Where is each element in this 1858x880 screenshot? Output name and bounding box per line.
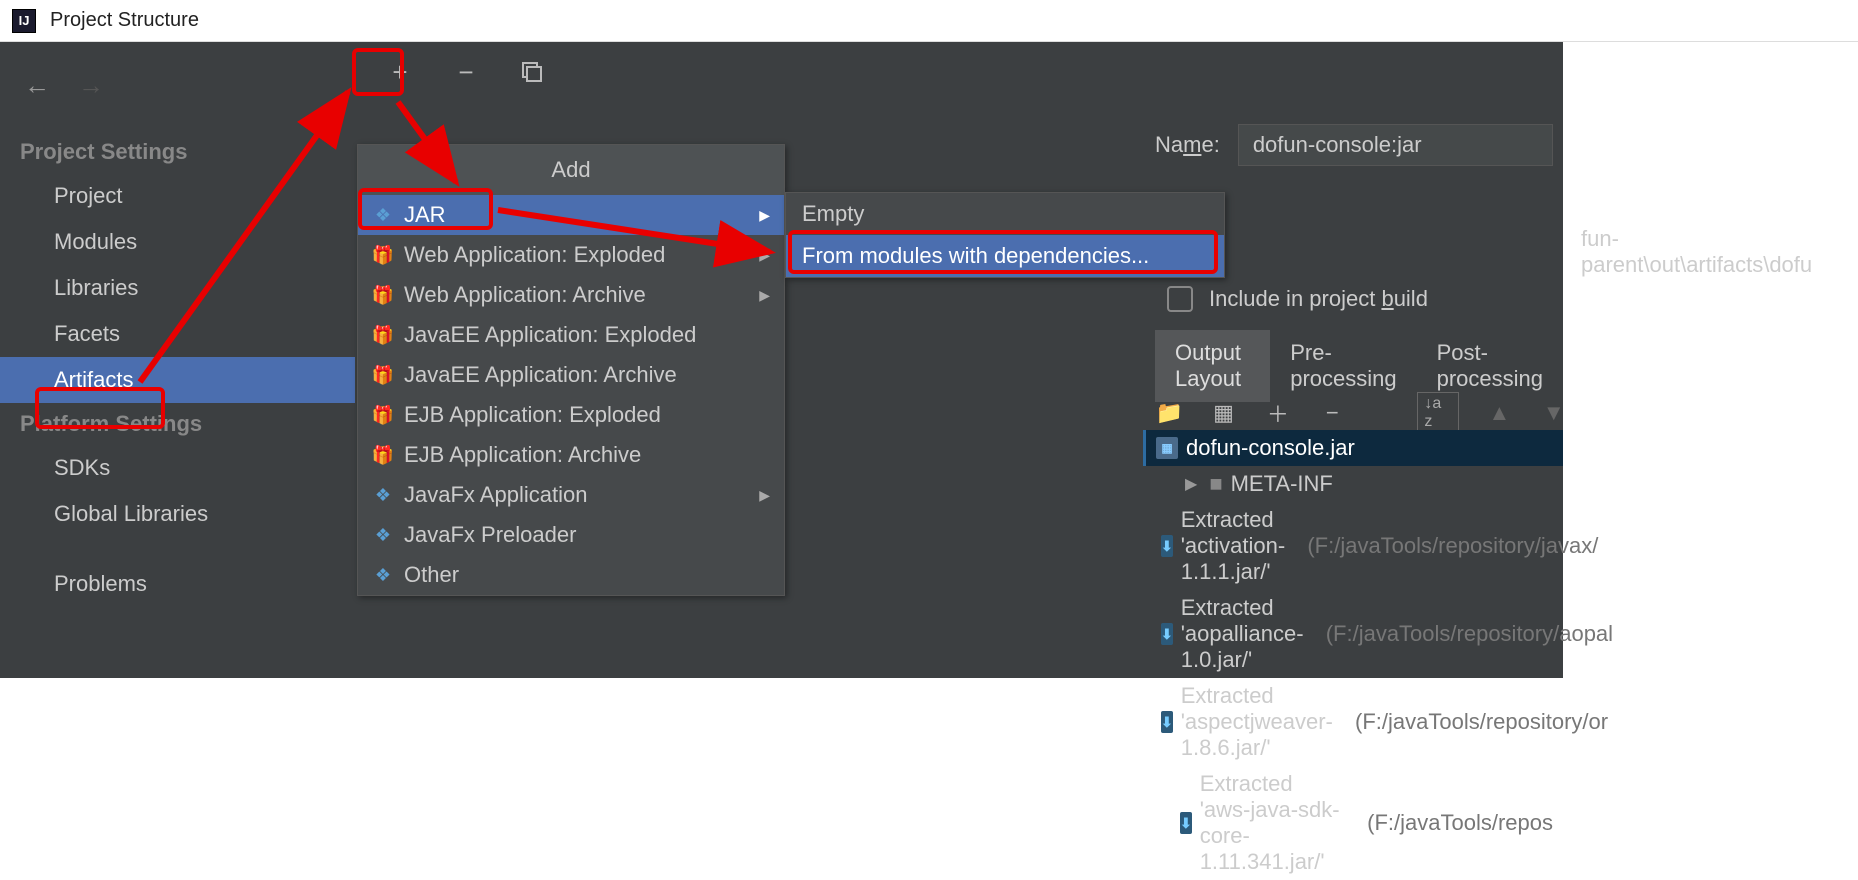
output-tree: ▦ dofun-console.jar ▶ ■ META-INF ⬇ Extra…: [1143, 430, 1563, 880]
sidebar-item-problems[interactable]: Problems: [0, 561, 355, 607]
diamond-icon: ❖: [372, 564, 394, 586]
gift-icon: 🎁: [372, 364, 394, 386]
sidebar-item-modules[interactable]: Modules: [0, 219, 355, 265]
chevron-right-icon: ▶: [759, 487, 770, 504]
tree-item-extracted[interactable]: ⬇ Extracted 'aws-java-sdk-core-1.11.341.…: [1143, 766, 1563, 880]
jar-submenu: Empty From modules with dependencies...: [785, 192, 1225, 278]
add-menu-title: Add: [358, 145, 784, 195]
gift-icon: 🎁: [372, 324, 394, 346]
sidebar-item-project[interactable]: Project: [0, 173, 355, 219]
menu-item-web-exploded[interactable]: 🎁 Web Application: Exploded▶: [358, 235, 784, 275]
add-artifact-menu: Add ❖ JAR▶ 🎁 Web Application: Exploded▶ …: [357, 144, 785, 596]
tree-item-extracted[interactable]: ⬇ Extracted 'aspectjweaver-1.8.6.jar/' (…: [1143, 678, 1563, 766]
expand-up-icon[interactable]: ▲: [1485, 398, 1513, 428]
expand-down-icon[interactable]: ▼: [1540, 398, 1568, 428]
menu-item-ejb-exploded[interactable]: 🎁 EJB Application: Exploded: [358, 395, 784, 435]
section-project-settings: Project Settings: [0, 131, 355, 173]
chevron-right-icon: ▶: [1185, 474, 1197, 494]
remove-button[interactable]: −: [451, 57, 481, 87]
section-platform-settings: Platform Settings: [0, 403, 355, 445]
extracted-jar-icon: ⬇: [1161, 711, 1173, 733]
menu-item-javaee-exploded[interactable]: 🎁 JavaEE Application: Exploded: [358, 315, 784, 355]
diamond-icon: ❖: [372, 524, 394, 546]
menu-item-jar[interactable]: ❖ JAR▶: [358, 195, 784, 235]
menu-item-javaee-archive[interactable]: 🎁 JavaEE Application: Archive: [358, 355, 784, 395]
chevron-right-icon: ▶: [759, 207, 770, 224]
jar-icon: ▦: [1156, 437, 1178, 459]
sidebar-item-global-libraries[interactable]: Global Libraries: [0, 491, 355, 537]
menu-item-web-archive[interactable]: 🎁 Web Application: Archive▶: [358, 275, 784, 315]
artifacts-toolbar: + −: [355, 42, 1563, 102]
remove-element-button[interactable]: −: [1318, 398, 1346, 428]
gift-icon: 🎁: [372, 284, 394, 306]
submenu-from-modules[interactable]: From modules with dependencies...: [786, 235, 1224, 277]
tree-root-jar[interactable]: ▦ dofun-console.jar: [1143, 430, 1563, 466]
sidebar-item-artifacts[interactable]: Artifacts: [0, 357, 355, 403]
new-folder-icon[interactable]: 📁: [1155, 398, 1183, 428]
tree-item-metainf[interactable]: ▶ ■ META-INF: [1143, 466, 1563, 502]
tree-item-extracted[interactable]: ⬇ Extracted 'aopalliance-1.0.jar/' (F:/j…: [1143, 590, 1563, 678]
menu-item-ejb-archive[interactable]: 🎁 EJB Application: Archive: [358, 435, 784, 475]
menu-item-other[interactable]: ❖ Other: [358, 555, 784, 595]
add-button[interactable]: +: [385, 57, 415, 87]
name-label: Name:: [1155, 132, 1220, 158]
titlebar: IJ Project Structure: [0, 0, 1858, 42]
chevron-right-icon: ▶: [759, 247, 770, 264]
nav-back-icon[interactable]: ←: [24, 70, 50, 101]
window-title: Project Structure: [50, 9, 199, 32]
copy-icon: [520, 60, 544, 84]
intellij-icon: IJ: [12, 9, 36, 33]
diamond-icon: ❖: [372, 484, 394, 506]
folder-icon: ■: [1209, 471, 1222, 497]
tree-item-extracted[interactable]: ⬇ Extracted 'activation-1.1.1.jar/' (F:/…: [1143, 502, 1563, 590]
sort-button[interactable]: ↓a z: [1417, 392, 1459, 434]
sidebar: ← → Project Settings Project Modules Lib…: [0, 42, 355, 678]
content-pane: + − Name: dofun-console:jar fun-parent\o…: [355, 42, 1563, 678]
sidebar-item-sdks[interactable]: SDKs: [0, 445, 355, 491]
extracted-jar-icon: ⬇: [1161, 623, 1173, 645]
sidebar-item-libraries[interactable]: Libraries: [0, 265, 355, 311]
menu-item-javafx-preloader[interactable]: ❖ JavaFx Preloader: [358, 515, 784, 555]
chevron-right-icon: ▶: [759, 287, 770, 304]
archive-icon[interactable]: ▦: [1209, 398, 1237, 428]
gift-icon: 🎁: [372, 444, 394, 466]
extracted-jar-icon: ⬇: [1161, 535, 1173, 557]
menu-item-javafx-app[interactable]: ❖ JavaFx Application▶: [358, 475, 784, 515]
extracted-jar-icon: ⬇: [1180, 812, 1192, 834]
diamond-icon: ❖: [372, 204, 394, 226]
include-build-label: Include in project build: [1209, 286, 1428, 312]
add-element-button[interactable]: ＋: [1264, 398, 1292, 428]
copy-button[interactable]: [517, 57, 547, 87]
output-directory-fragment: fun-parent\out\artifacts\dofu: [1581, 226, 1812, 278]
gift-icon: 🎁: [372, 244, 394, 266]
submenu-empty[interactable]: Empty: [786, 193, 1224, 235]
include-build-checkbox[interactable]: [1167, 286, 1193, 312]
gift-icon: 🎁: [372, 404, 394, 426]
sidebar-item-facets[interactable]: Facets: [0, 311, 355, 357]
name-input[interactable]: dofun-console:jar: [1238, 124, 1553, 166]
nav-forward-icon[interactable]: →: [78, 70, 104, 101]
